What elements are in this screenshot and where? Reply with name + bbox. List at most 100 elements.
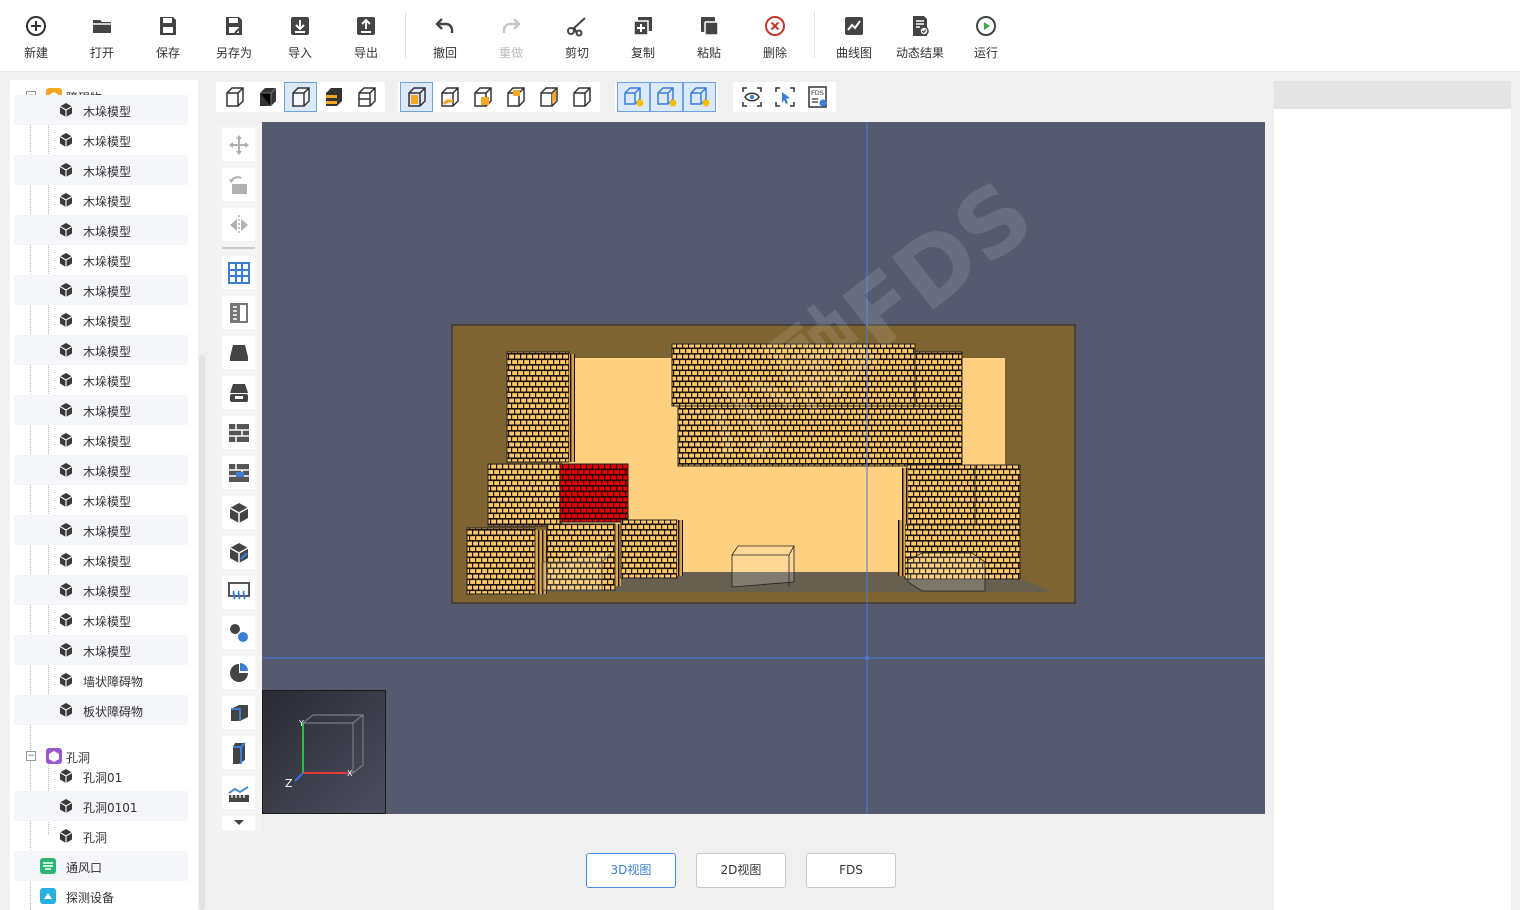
save-button[interactable]: 保存 — [135, 10, 201, 66]
tab-3d-view[interactable]: 3D视图 — [586, 853, 676, 888]
view-left-button[interactable] — [466, 82, 499, 112]
tab-fds[interactable]: FDS — [806, 853, 896, 888]
tree-item-obstacle[interactable]: 木垛模型 — [14, 365, 188, 395]
tree-item-obstacle[interactable]: 木垛模型 — [14, 155, 188, 185]
cube-icon — [58, 222, 74, 238]
tree-item-vent[interactable]: 通风口 — [14, 851, 188, 881]
select-button[interactable] — [768, 82, 801, 112]
tree-item-hole[interactable]: 孔洞0101 — [14, 791, 188, 821]
boundary-button[interactable] — [222, 736, 255, 769]
obstacle-button[interactable] — [222, 496, 255, 529]
tree-item-label: 墙状障碍物 — [83, 675, 144, 689]
tab-2d-view[interactable]: 2D视图 — [696, 853, 786, 888]
tree-item-obstacle[interactable]: 木垛模型 — [14, 635, 188, 665]
3d-viewport[interactable]: 小融FDS — [262, 122, 1265, 814]
plus-circle-icon — [26, 16, 46, 36]
visibility-button[interactable] — [735, 82, 768, 112]
cube-icon — [58, 402, 74, 418]
tree-item-hole[interactable]: 孔洞 — [14, 821, 188, 851]
view-top-button[interactable] — [532, 82, 565, 112]
tree-item-obstacle[interactable]: 木垛模型 — [14, 245, 188, 275]
more-tools-button[interactable] — [222, 816, 255, 830]
tree-item-label: 木垛模型 — [83, 555, 132, 569]
hole-button[interactable] — [222, 536, 255, 569]
tree-item-obstacle[interactable]: 木垛模型 — [14, 95, 188, 125]
save-icon — [160, 17, 176, 35]
axis-x-label: X — [347, 769, 353, 778]
light-2-button[interactable] — [650, 82, 683, 112]
undo-button[interactable]: 撤回 — [412, 10, 478, 66]
run-button[interactable]: 运行 — [953, 10, 1019, 66]
outline-button[interactable] — [284, 82, 317, 112]
tree-item-obstacle[interactable]: 木垛模型 — [14, 545, 188, 575]
fds-preview-button[interactable]: FDS — [801, 82, 834, 112]
redo-button[interactable]: 重做 — [478, 10, 544, 66]
slab-button[interactable] — [222, 336, 255, 369]
detector-icon — [40, 888, 56, 904]
tree-item-obstacle[interactable]: 木垛模型 — [14, 125, 188, 155]
tree-item-obstacle[interactable]: 木垛模型 — [14, 185, 188, 215]
view-bottom-button[interactable] — [565, 82, 598, 112]
tree-item-obstacle[interactable]: 木垛模型 — [14, 275, 188, 305]
window-button[interactable] — [222, 456, 255, 489]
tree-item-obstacle[interactable]: 木垛模型 — [14, 485, 188, 515]
curve-chart-button[interactable]: 曲线图 — [821, 10, 887, 66]
new-button[interactable]: 新建 — [3, 10, 69, 66]
solid-button[interactable] — [251, 82, 284, 112]
view-front-button[interactable] — [400, 82, 433, 112]
slice-button[interactable] — [222, 696, 255, 729]
tree-item-obstacle[interactable]: 木垛模型 — [14, 575, 188, 605]
dynamic-result-button[interactable]: 动态结果 — [887, 10, 953, 66]
particle-button[interactable] — [222, 616, 255, 649]
tree-item-obstacle[interactable]: 木垛模型 — [14, 215, 188, 245]
copy-button[interactable]: 复制 — [610, 10, 676, 66]
cut-button[interactable]: 剪切 — [544, 10, 610, 66]
main-toolbar: 新建 打开 保存 另存为 导入 导出 撤回 重做 剪切 复制 粘贴 删除 曲线图… — [0, 0, 1520, 72]
light-1-button[interactable] — [617, 82, 650, 112]
tree-item-obstacle[interactable]: 墙状障碍物 — [14, 665, 188, 695]
cube-icon — [58, 102, 74, 118]
ruler-button[interactable] — [222, 296, 255, 329]
open-button[interactable]: 打开 — [69, 10, 135, 66]
paste-button[interactable]: 粘贴 — [676, 10, 742, 66]
tree-item-label: 木垛模型 — [83, 465, 132, 479]
tree-item-detector[interactable]: 探测设备 — [14, 881, 188, 910]
tree-item-obstacle[interactable]: 木垛模型 — [14, 605, 188, 635]
move-button[interactable] — [222, 128, 255, 161]
collapse-toggle[interactable]: − — [26, 751, 36, 761]
layered-button[interactable] — [317, 82, 350, 112]
vent-button[interactable] — [222, 576, 255, 609]
view-back-button[interactable] — [433, 82, 466, 112]
fds-file-icon: FDS — [807, 86, 827, 108]
save-as-button[interactable]: 另存为 — [201, 10, 267, 66]
measure-button[interactable] — [222, 776, 255, 809]
import-button[interactable]: 导入 — [267, 10, 333, 66]
tree-item-obstacle[interactable]: 板状障碍物 — [14, 695, 188, 725]
tree-item-hole[interactable]: 孔洞01 — [14, 761, 188, 791]
light-3-button[interactable] — [683, 82, 716, 112]
delete-icon — [765, 16, 785, 36]
wireframe-button[interactable] — [218, 82, 251, 112]
export-button[interactable]: 导出 — [333, 10, 399, 66]
tree-item-obstacle[interactable]: 木垛模型 — [14, 305, 188, 335]
tree-item-obstacle[interactable]: 木垛模型 — [14, 425, 188, 455]
mesh-grid-button[interactable] — [222, 256, 255, 289]
left-view-icon — [473, 87, 492, 107]
rotate-button[interactable] — [222, 168, 255, 201]
transparent-button[interactable] — [350, 82, 383, 112]
tree-item-label: 板状障碍物 — [83, 705, 144, 719]
delete-button[interactable]: 删除 — [742, 10, 808, 66]
wall-button[interactable] — [222, 416, 255, 449]
paste-icon — [701, 17, 719, 36]
tree-scrollbar[interactable] — [199, 355, 205, 910]
mirror-button[interactable] — [222, 208, 255, 241]
room-button[interactable] — [222, 376, 255, 409]
wood-stack-selected[interactable] — [559, 463, 629, 523]
tree-item-obstacle[interactable]: 木垛模型 — [14, 455, 188, 485]
view-right-button[interactable] — [499, 82, 532, 112]
fire-source-button[interactable] — [222, 656, 255, 689]
tree-item-obstacle[interactable]: 木垛模型 — [14, 395, 188, 425]
tree-item-obstacle[interactable]: 木垛模型 — [14, 335, 188, 365]
tree-item-obstacle[interactable]: 木垛模型 — [14, 515, 188, 545]
cube-icon — [58, 252, 74, 268]
